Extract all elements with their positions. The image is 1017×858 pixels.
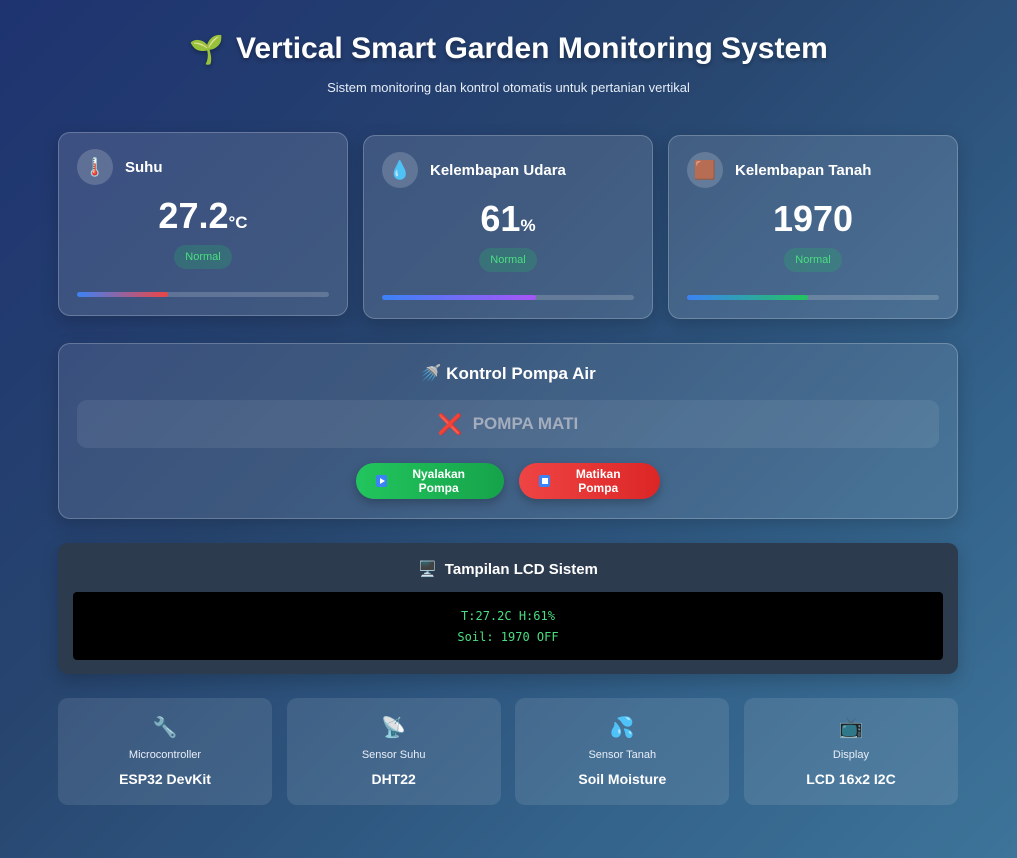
info-label: Display [832,749,869,761]
status-badge: Normal [174,245,232,269]
wrench-icon: 🔧 [152,717,178,739]
info-label: Sensor Tanah [588,749,657,761]
satellite-antenna-icon: 📡 [381,717,407,739]
sensor-value: 27.2°C [77,195,329,237]
soil-icon: 🟫 [687,152,723,188]
sensor-card-soil-moisture: 🟫 Kelembapan Tanah 1970 Normal [668,135,958,319]
pump-status: ❌ POMPA MATI [77,400,939,448]
info-card-microcontroller: 🔧 Microcontroller ESP32 DevKit [58,698,272,805]
play-icon [376,475,388,487]
page-title-text: Vertical Smart Garden Monitoring System [236,32,828,65]
status-badge: Normal [479,248,537,272]
turn-off-pump-button[interactable]: Matikan Pompa [519,463,660,499]
droplet-icon: 💧 [382,152,418,188]
turn-off-pump-label: Matikan Pompa [575,467,621,495]
header: 🌱 Vertical Smart Garden Monitoring Syste… [0,0,1017,95]
info-label: Sensor Suhu [361,749,426,761]
thermometer-icon: 🌡️ [77,149,113,185]
level-bar-fill [687,295,808,300]
info-value: ESP32 DevKit [119,771,211,787]
sensor-card-header: 🌡️ Suhu [77,149,329,185]
info-label: Microcontroller [128,749,202,761]
sensor-card-air-humidity: 💧 Kelembapan Udara 61% Normal [363,135,653,319]
sensor-label: Suhu [125,158,163,176]
sensor-card-header: 🟫 Kelembapan Tanah [687,152,939,188]
cross-mark-icon: ❌ [437,413,463,436]
level-bar-fill [77,292,168,297]
sweat-droplets-icon: 💦 [609,717,635,739]
sensor-value-number: 1970 [772,198,854,239]
sensor-value-number: 27.2 [158,195,229,236]
level-bar [77,292,329,297]
pump-status-text: POMPA MATI [472,414,579,433]
seedling-icon: 🌱 [189,33,225,65]
info-value: LCD 16x2 I2C [806,771,896,787]
sensor-unit: °C [228,213,248,232]
level-bar [382,295,634,300]
info-value: Soil Moisture [578,771,667,787]
info-card-soil-sensor: 💦 Sensor Tanah Soil Moisture [515,698,730,805]
pump-title-text: Kontrol Pompa Air [446,364,596,383]
sensor-unit: % [520,216,536,235]
page-subtitle: Sistem monitoring dan kontrol otomatis u… [327,80,690,95]
page-title: 🌱 Vertical Smart Garden Monitoring Syste… [0,32,1017,66]
sensor-value: 61% [382,198,634,240]
sensor-label: Kelembapan Udara [430,161,566,179]
lcd-line-2: Soil: 1970 OFF [457,629,559,644]
pump-buttons: Nyalakan Pompa Matikan Pompa [59,463,957,499]
shower-icon: 🚿 [420,364,442,383]
pump-control-panel: 🚿 Kontrol Pompa Air ❌ POMPA MATI Nyalaka… [58,343,958,519]
status-badge: Normal [784,248,842,272]
sensor-cards: 🌡️ Suhu 27.2°C Normal 💧 Kelembapan Udara… [58,132,958,319]
sensor-card-temperature: 🌡️ Suhu 27.2°C Normal [58,132,348,316]
lcd-panel: 🖥️ Tampilan LCD Sistem T:27.2C H:61% Soi… [58,543,958,674]
info-card-display: 📺 Display LCD 16x2 I2C [743,698,958,805]
television-icon: 📺 [838,717,864,739]
sensor-value: 1970 [687,198,939,240]
stop-icon [539,475,551,487]
info-card-temperature-sensor: 📡 Sensor Suhu DHT22 [286,698,501,805]
desktop-computer-icon: 🖥️ [418,561,437,578]
lcd-screen: T:27.2C H:61% Soil: 1970 OFF [73,592,943,660]
info-value: DHT22 [371,771,416,787]
turn-on-pump-label: Nyalakan Pompa [412,467,466,495]
lcd-title: 🖥️ Tampilan LCD Sistem [58,560,958,579]
sensor-value-number: 61 [480,198,521,239]
sensor-card-header: 💧 Kelembapan Udara [382,152,634,188]
turn-on-pump-button[interactable]: Nyalakan Pompa [356,463,504,499]
lcd-line-1: T:27.2C H:61% [461,608,555,623]
pump-title: 🚿 Kontrol Pompa Air [59,364,957,384]
level-bar-fill [382,295,536,300]
sensor-label: Kelembapan Tanah [735,161,872,179]
level-bar [687,295,939,300]
lcd-title-text: Tampilan LCD Sistem [444,560,598,578]
hardware-info: 🔧 Microcontroller ESP32 DevKit 📡 Sensor … [58,698,958,805]
